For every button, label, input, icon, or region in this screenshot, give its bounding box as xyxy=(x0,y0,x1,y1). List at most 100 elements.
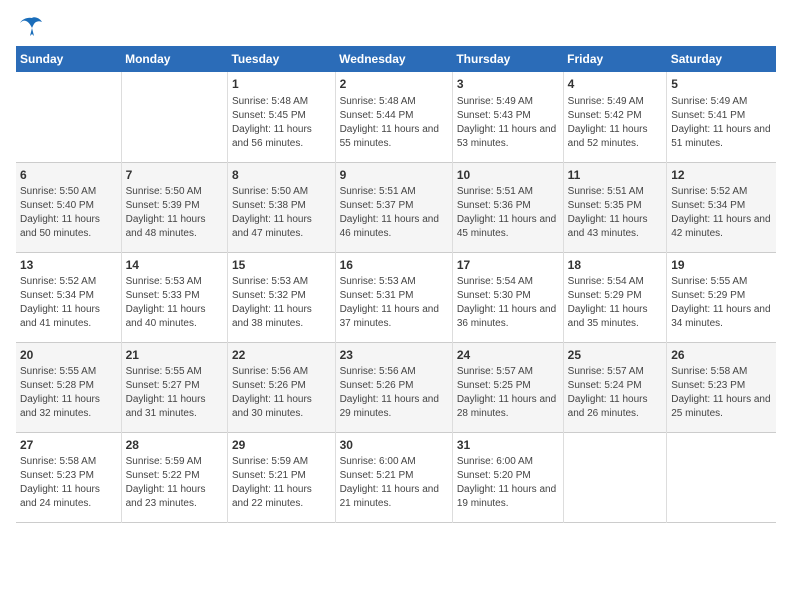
logo xyxy=(16,16,46,34)
logo-bird-icon xyxy=(18,16,46,38)
calendar-cell: 28Sunrise: 5:59 AMSunset: 5:22 PMDayligh… xyxy=(121,432,227,522)
day-info: Sunrise: 5:49 AMSunset: 5:42 PMDaylight:… xyxy=(568,95,663,151)
calendar-table: SundayMondayTuesdayWednesdayThursdayFrid… xyxy=(16,46,776,523)
calendar-cell: 29Sunrise: 5:59 AMSunset: 5:21 PMDayligh… xyxy=(227,432,335,522)
day-number: 13 xyxy=(20,257,117,274)
weekday-header-friday: Friday xyxy=(563,46,667,72)
day-info: Sunrise: 5:52 AMSunset: 5:34 PMDaylight:… xyxy=(671,185,772,241)
calendar-cell: 9Sunrise: 5:51 AMSunset: 5:37 PMDaylight… xyxy=(335,162,452,252)
day-info: Sunrise: 5:49 AMSunset: 5:41 PMDaylight:… xyxy=(671,95,772,151)
calendar-cell xyxy=(121,72,227,162)
day-info: Sunrise: 5:57 AMSunset: 5:24 PMDaylight:… xyxy=(568,365,663,421)
day-number: 18 xyxy=(568,257,663,274)
day-info: Sunrise: 5:50 AMSunset: 5:39 PMDaylight:… xyxy=(126,185,223,241)
day-number: 25 xyxy=(568,347,663,364)
day-info: Sunrise: 5:49 AMSunset: 5:43 PMDaylight:… xyxy=(457,95,559,151)
calendar-cell: 14Sunrise: 5:53 AMSunset: 5:33 PMDayligh… xyxy=(121,252,227,342)
calendar-cell: 7Sunrise: 5:50 AMSunset: 5:39 PMDaylight… xyxy=(121,162,227,252)
calendar-week-row: 1Sunrise: 5:48 AMSunset: 5:45 PMDaylight… xyxy=(16,72,776,162)
weekday-header-monday: Monday xyxy=(121,46,227,72)
day-info: Sunrise: 5:51 AMSunset: 5:37 PMDaylight:… xyxy=(340,185,448,241)
day-number: 28 xyxy=(126,437,223,454)
calendar-week-row: 6Sunrise: 5:50 AMSunset: 5:40 PMDaylight… xyxy=(16,162,776,252)
day-info: Sunrise: 5:56 AMSunset: 5:26 PMDaylight:… xyxy=(340,365,448,421)
day-info: Sunrise: 6:00 AMSunset: 5:21 PMDaylight:… xyxy=(340,455,448,511)
day-number: 17 xyxy=(457,257,559,274)
calendar-cell xyxy=(16,72,121,162)
calendar-cell: 17Sunrise: 5:54 AMSunset: 5:30 PMDayligh… xyxy=(452,252,563,342)
day-number: 30 xyxy=(340,437,448,454)
day-number: 24 xyxy=(457,347,559,364)
day-number: 19 xyxy=(671,257,772,274)
day-info: Sunrise: 5:51 AMSunset: 5:35 PMDaylight:… xyxy=(568,185,663,241)
day-number: 31 xyxy=(457,437,559,454)
day-number: 22 xyxy=(232,347,331,364)
calendar-cell: 2 Sunrise: 5:48 AMSunset: 5:44 PMDaylight… xyxy=(335,72,452,162)
calendar-cell xyxy=(667,432,776,522)
calendar-cell: 16Sunrise: 5:53 AMSunset: 5:31 PMDayligh… xyxy=(335,252,452,342)
day-number: 14 xyxy=(126,257,223,274)
weekday-header-saturday: Saturday xyxy=(667,46,776,72)
day-info: Sunrise: 5:53 AMSunset: 5:33 PMDaylight:… xyxy=(126,275,223,331)
calendar-week-row: 20Sunrise: 5:55 AMSunset: 5:28 PMDayligh… xyxy=(16,342,776,432)
calendar-week-row: 13Sunrise: 5:52 AMSunset: 5:34 PMDayligh… xyxy=(16,252,776,342)
day-number: 4 xyxy=(568,76,663,93)
day-info: Sunrise: 5:54 AMSunset: 5:30 PMDaylight:… xyxy=(457,275,559,331)
page-header xyxy=(16,16,776,34)
day-info: Sunrise: 5:50 AMSunset: 5:38 PMDaylight:… xyxy=(232,185,331,241)
day-info: Sunrise: 6:00 AMSunset: 5:20 PMDaylight:… xyxy=(457,455,559,511)
calendar-cell: 5 Sunrise: 5:49 AMSunset: 5:41 PMDaylight… xyxy=(667,72,776,162)
calendar-cell: 18Sunrise: 5:54 AMSunset: 5:29 PMDayligh… xyxy=(563,252,667,342)
weekday-header-thursday: Thursday xyxy=(452,46,563,72)
calendar-cell: 11Sunrise: 5:51 AMSunset: 5:35 PMDayligh… xyxy=(563,162,667,252)
day-info: Sunrise: 5:50 AMSunset: 5:40 PMDaylight:… xyxy=(20,185,117,241)
calendar-cell: 6Sunrise: 5:50 AMSunset: 5:40 PMDaylight… xyxy=(16,162,121,252)
day-info: Sunrise: 5:48 AMSunset: 5:44 PMDaylight:… xyxy=(340,95,448,151)
weekday-header-wednesday: Wednesday xyxy=(335,46,452,72)
day-number: 1 xyxy=(232,76,331,93)
calendar-cell: 4 Sunrise: 5:49 AMSunset: 5:42 PMDaylight… xyxy=(563,72,667,162)
day-info: Sunrise: 5:58 AMSunset: 5:23 PMDaylight:… xyxy=(671,365,772,421)
calendar-cell: 1Sunrise: 5:48 AMSunset: 5:45 PMDaylight… xyxy=(227,72,335,162)
day-number: 2 xyxy=(340,76,448,93)
day-info: Sunrise: 5:59 AMSunset: 5:22 PMDaylight:… xyxy=(126,455,223,511)
calendar-week-row: 27Sunrise: 5:58 AMSunset: 5:23 PMDayligh… xyxy=(16,432,776,522)
calendar-cell: 20Sunrise: 5:55 AMSunset: 5:28 PMDayligh… xyxy=(16,342,121,432)
calendar-cell: 3 Sunrise: 5:49 AMSunset: 5:43 PMDaylight… xyxy=(452,72,563,162)
day-number: 29 xyxy=(232,437,331,454)
day-number: 21 xyxy=(126,347,223,364)
day-number: 26 xyxy=(671,347,772,364)
day-number: 6 xyxy=(20,167,117,184)
day-number: 23 xyxy=(340,347,448,364)
day-info: Sunrise: 5:54 AMSunset: 5:29 PMDaylight:… xyxy=(568,275,663,331)
calendar-cell: 8Sunrise: 5:50 AMSunset: 5:38 PMDaylight… xyxy=(227,162,335,252)
day-info: Sunrise: 5:57 AMSunset: 5:25 PMDaylight:… xyxy=(457,365,559,421)
calendar-cell xyxy=(563,432,667,522)
day-number: 5 xyxy=(671,76,772,93)
day-info: Sunrise: 5:53 AMSunset: 5:31 PMDaylight:… xyxy=(340,275,448,331)
day-number: 10 xyxy=(457,167,559,184)
weekday-header-tuesday: Tuesday xyxy=(227,46,335,72)
calendar-cell: 31Sunrise: 6:00 AMSunset: 5:20 PMDayligh… xyxy=(452,432,563,522)
calendar-cell: 21Sunrise: 5:55 AMSunset: 5:27 PMDayligh… xyxy=(121,342,227,432)
day-number: 11 xyxy=(568,167,663,184)
day-info: Sunrise: 5:52 AMSunset: 5:34 PMDaylight:… xyxy=(20,275,117,331)
day-info: Sunrise: 5:53 AMSunset: 5:32 PMDaylight:… xyxy=(232,275,331,331)
calendar-cell: 27Sunrise: 5:58 AMSunset: 5:23 PMDayligh… xyxy=(16,432,121,522)
day-info: Sunrise: 5:55 AMSunset: 5:28 PMDaylight:… xyxy=(20,365,117,421)
calendar-header-row: SundayMondayTuesdayWednesdayThursdayFrid… xyxy=(16,46,776,72)
day-number: 15 xyxy=(232,257,331,274)
calendar-cell: 26Sunrise: 5:58 AMSunset: 5:23 PMDayligh… xyxy=(667,342,776,432)
calendar-cell: 30Sunrise: 6:00 AMSunset: 5:21 PMDayligh… xyxy=(335,432,452,522)
day-info: Sunrise: 5:55 AMSunset: 5:27 PMDaylight:… xyxy=(126,365,223,421)
day-info: Sunrise: 5:55 AMSunset: 5:29 PMDaylight:… xyxy=(671,275,772,331)
day-info: Sunrise: 5:51 AMSunset: 5:36 PMDaylight:… xyxy=(457,185,559,241)
day-info: Sunrise: 5:59 AMSunset: 5:21 PMDaylight:… xyxy=(232,455,331,511)
day-number: 7 xyxy=(126,167,223,184)
calendar-cell: 15Sunrise: 5:53 AMSunset: 5:32 PMDayligh… xyxy=(227,252,335,342)
day-number: 3 xyxy=(457,76,559,93)
day-number: 12 xyxy=(671,167,772,184)
weekday-header-sunday: Sunday xyxy=(16,46,121,72)
day-number: 9 xyxy=(340,167,448,184)
day-info: Sunrise: 5:58 AMSunset: 5:23 PMDaylight:… xyxy=(20,455,117,511)
